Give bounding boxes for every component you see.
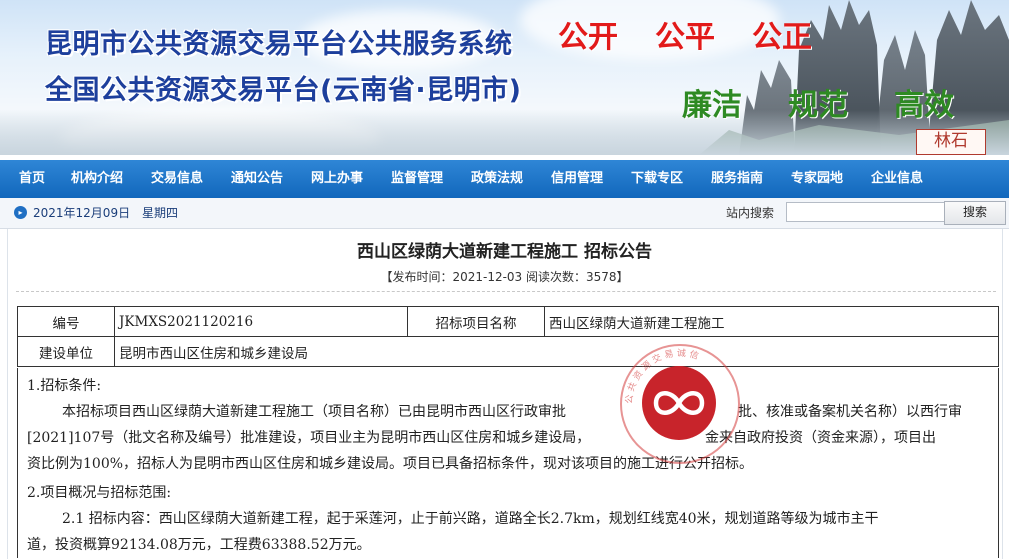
table-row: 建设单位 昆明市西山区住房和城乡建设局 [17, 336, 999, 367]
paragraph-line: [2021]107号（批文名称及编号）批准建设，项目业主为昆明市西山区住房和城乡… [27, 430, 591, 446]
search-label: 站内搜索 [726, 206, 775, 220]
site-search-input[interactable] [786, 202, 946, 222]
slogan-standard: 规范 [788, 88, 848, 123]
article-meta: 【发布时间：2021-12-03 阅读次数：3578】 [380, 270, 629, 284]
main-nav: 首页 机构介绍 交易信息 通知公告 网上办事 监督管理 政策法规 信用管理 下载… [0, 160, 1009, 198]
slogan-just: 公正 [752, 20, 812, 55]
calendar-icon: ▸ [14, 206, 27, 219]
nav-enterprise-info[interactable]: 企业信息 [857, 160, 937, 198]
header-banner: 昆明市公共资源交易平台公共服务系统 全国公共资源交易平台(云南省·昆明市) 公开… [0, 0, 1009, 155]
slogan-fair: 公平 [655, 20, 715, 55]
label-builder: 建设单位 [17, 336, 115, 367]
slogan-clean: 廉洁 [682, 88, 742, 123]
site-title: 昆明市公共资源交易平台公共服务系统 [45, 29, 513, 60]
nav-notices[interactable]: 通知公告 [217, 160, 297, 198]
current-weekday: 星期四 [142, 206, 179, 220]
nav-organization[interactable]: 机构介绍 [57, 160, 137, 198]
section-heading: 1.招标条件: [27, 378, 102, 394]
value-number: JKMXS2021120216 [114, 306, 408, 337]
value-project-name: 西山区绿荫大道新建工程施工 [544, 306, 999, 337]
label-number: 编号 [17, 306, 115, 337]
nav-home[interactable]: 首页 [7, 160, 57, 198]
watermark-seal: 公共资源交易诚信 [620, 344, 740, 464]
paragraph-line: 道，投资概算92134.08万元，工程费63388.52万元。 [27, 537, 371, 553]
nav-online-services[interactable]: 网上办事 [297, 160, 377, 198]
label-project-name: 招标项目名称 [407, 306, 545, 337]
nav-downloads[interactable]: 下载专区 [617, 160, 697, 198]
project-info-table: 编号 JKMXS2021120216 招标项目名称 西山区绿荫大道新建工程施工 … [17, 306, 999, 367]
site-subtitle: 全国公共资源交易平台(云南省·昆明市) [45, 75, 522, 106]
section-heading: 2.项目概况与招标范围: [27, 485, 172, 501]
table-row: 编号 JKMXS2021120216 招标项目名称 西山区绿荫大道新建工程施工 [17, 306, 999, 337]
divider [16, 291, 996, 292]
nav-service-guide[interactable]: 服务指南 [697, 160, 777, 198]
slogan-open: 公开 [558, 20, 618, 55]
nav-experts[interactable]: 专家园地 [777, 160, 857, 198]
stone-forest-seal: 林石 [916, 129, 986, 155]
info-bar: ▸ 2021年12月09日 星期四 站内搜索 搜索 [0, 198, 1009, 229]
current-date: 2021年12月09日 [33, 206, 131, 220]
nav-credit[interactable]: 信用管理 [537, 160, 617, 198]
value-builder: 昆明市西山区住房和城乡建设局 [114, 336, 999, 367]
article-title: 西山区绿荫大道新建工程施工 招标公告 [357, 242, 652, 262]
seal-logo-icon [642, 366, 716, 440]
nav-supervision[interactable]: 监督管理 [377, 160, 457, 198]
paragraph-line: 批、核准或备案机关名称）以西行审 [738, 404, 962, 420]
paragraph-line: 本招标项目西山区绿荫大道新建工程施工（项目名称）已由昆明市西山区行政审批 [62, 404, 566, 420]
search-button[interactable]: 搜索 [944, 201, 1006, 225]
nav-trade-info[interactable]: 交易信息 [137, 160, 217, 198]
nav-policies[interactable]: 政策法规 [457, 160, 537, 198]
paragraph-line: 2.1 招标内容：西山区绿荫大道新建工程，起于采莲河，止于前兴路，道路全长2.7… [62, 511, 879, 527]
slogan-efficient: 高效 [894, 88, 954, 123]
